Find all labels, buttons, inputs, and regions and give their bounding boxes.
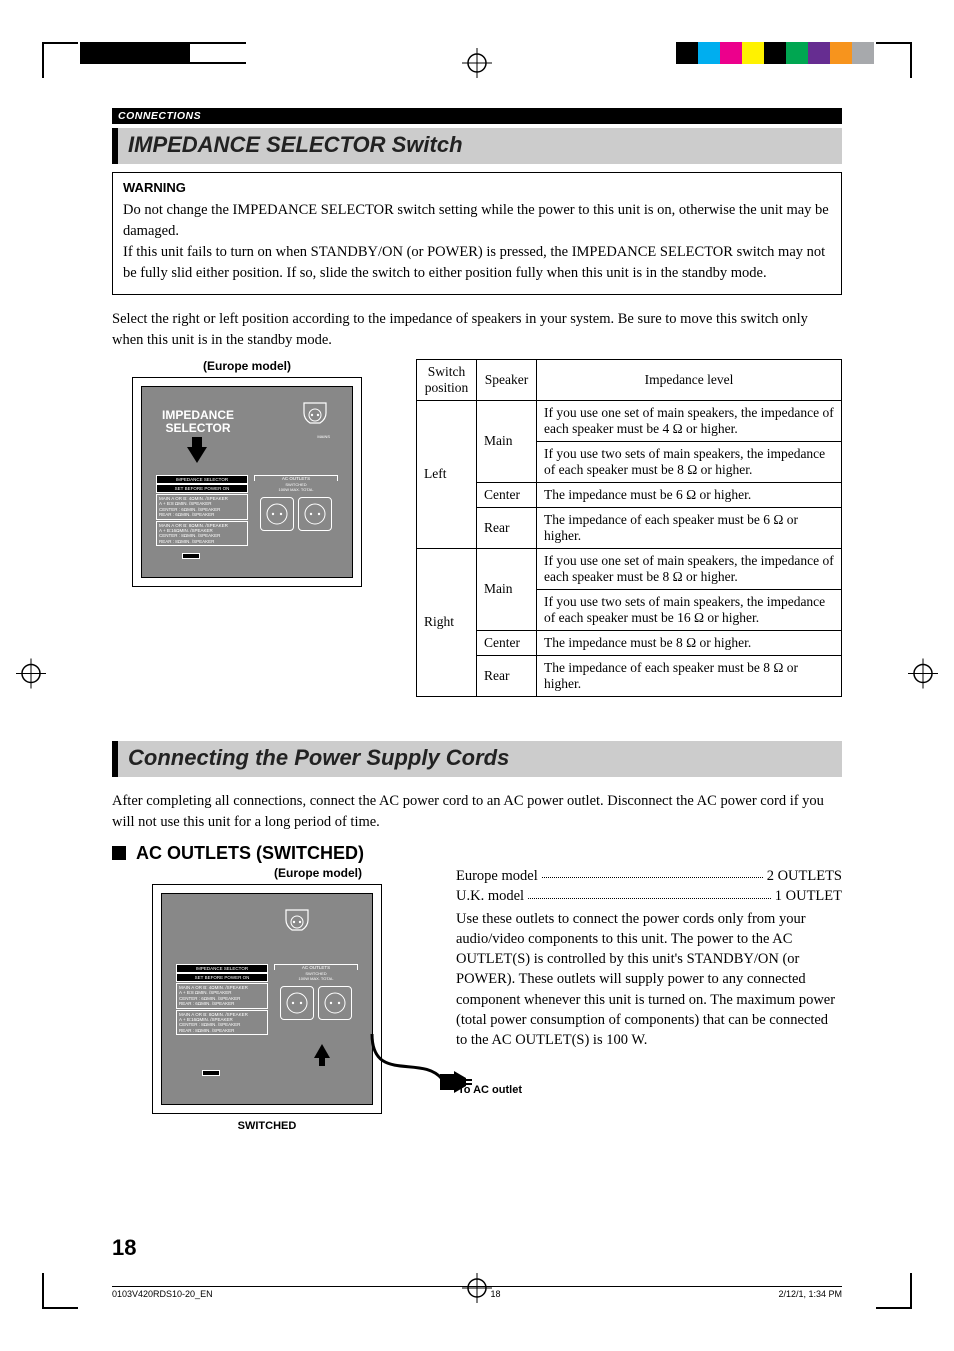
ac-outlets-figure-block: AC OUTLETS SWITCHED 100W MAX. TOTAL <box>254 475 338 532</box>
footer: 0103V420RDS10-20_EN 18 2/12/1, 1:34 PM <box>112 1286 842 1299</box>
th-impedance-level: Impedance level <box>537 359 842 400</box>
to-ac-outlet-label: To AC outlet <box>432 1084 522 1096</box>
section-title-impedance: IMPEDANCE SELECTOR Switch <box>112 128 842 164</box>
th-switch-position: Switch position <box>417 359 477 400</box>
cell-speaker: Center <box>477 482 537 507</box>
outlets-count-right: 1 OUTLET <box>775 886 842 906</box>
warning-paragraph-2: If this unit fails to turn on when STAND… <box>123 242 831 284</box>
crop-mark <box>876 1273 912 1309</box>
outlet-icon <box>318 986 352 1020</box>
warning-paragraph-1: Do not change the IMPEDANCE SELECTOR swi… <box>123 200 831 242</box>
selector-switch-slider-icon <box>182 553 200 559</box>
impedance-selector-chart: IMPEDANCE SELECTOR SET BEFORE POWER ON M… <box>176 964 268 1035</box>
figure-caption: (Europe model) <box>112 359 382 373</box>
outlets-count-uk: U.K. model 1 OUTLET <box>456 886 842 906</box>
cell-speaker: Main <box>477 400 537 482</box>
outlets-body-paragraph: Use these outlets to connect the power c… <box>456 909 842 1051</box>
cell-level: The impedance must be 6 Ω or higher. <box>537 482 842 507</box>
sub-heading-ac-outlets: AC OUTLETS (SWITCHED) <box>112 843 842 864</box>
impedance-table: Switch position Speaker Impedance level … <box>416 359 842 697</box>
footer-center: 18 <box>491 1289 501 1299</box>
outlets-count-left: Europe model <box>456 866 538 886</box>
rear-panel-figure: IMPEDANCESELECTOR MAINS IMPEDANCE SELECT… <box>132 377 362 587</box>
running-header: CONNECTIONS <box>112 108 842 124</box>
impedance-selector-label: IMPEDANCESELECTOR <box>162 409 234 435</box>
outlets-count-europe: Europe model 2 OUTLETS <box>456 866 842 886</box>
impedance-selector-chart: IMPEDANCE SELECTOR SET BEFORE POWER ON M… <box>156 475 248 546</box>
registration-target-icon <box>16 658 46 693</box>
cell-speaker: Center <box>477 630 537 655</box>
outlets-count-right: 2 OUTLETS <box>767 866 842 886</box>
power-inlet-icon <box>282 908 312 938</box>
cell-speaker: Main <box>477 548 537 630</box>
cell-level: The impedance of each speaker must be 6 … <box>537 507 842 548</box>
selector-switch-slider-icon <box>202 1070 220 1076</box>
cell-level: If you use two sets of main speakers, th… <box>537 589 842 630</box>
registration-target-icon <box>908 658 938 693</box>
section-title-power: Connecting the Power Supply Cords <box>112 741 842 777</box>
outlet-icon <box>298 497 332 531</box>
power-cord-icon <box>342 1024 472 1114</box>
cell-level: If you use two sets of main speakers, th… <box>537 441 842 482</box>
cell-level: The impedance must be 8 Ω or higher. <box>537 630 842 655</box>
cell-level: If you use one set of main speakers, the… <box>537 400 842 441</box>
registration-target-icon <box>462 48 492 78</box>
page-number: 18 <box>112 1235 136 1261</box>
registration-bar-right <box>676 42 874 64</box>
cell-switch-left: Left <box>417 400 477 548</box>
outlets-count-left: U.K. model <box>456 886 524 906</box>
power-inlet-icon: MAINS <box>300 401 330 431</box>
mains-label: MAINS <box>300 434 330 439</box>
outlet-icon <box>260 497 294 531</box>
outlet-icon <box>280 986 314 1020</box>
square-bullet-icon <box>112 846 126 860</box>
cell-level: If you use one set of main speakers, the… <box>537 548 842 589</box>
footer-left: 0103V420RDS10-20_EN <box>112 1289 213 1299</box>
warning-box: WARNING Do not change the IMPEDANCE SELE… <box>112 172 842 295</box>
cell-speaker: Rear <box>477 655 537 696</box>
warning-heading: WARNING <box>123 179 831 198</box>
figure-caption-2: (Europe model) <box>112 866 422 880</box>
sub-heading-text: AC OUTLETS (SWITCHED) <box>136 843 364 864</box>
crop-mark <box>42 1273 78 1309</box>
ac-outlets-figure-block: AC OUTLETS SWITCHED 100W MAX. TOTAL <box>274 964 358 1021</box>
power-intro-paragraph: After completing all connections, connec… <box>112 791 842 833</box>
switched-label: SWITCHED <box>112 1120 422 1132</box>
cell-level: The impedance of each speaker must be 8 … <box>537 655 842 696</box>
footer-right: 2/12/1, 1:34 PM <box>778 1289 842 1299</box>
registration-bar-left <box>80 42 246 64</box>
arrow-down-icon <box>187 447 207 463</box>
crop-mark <box>876 42 912 78</box>
crop-mark <box>42 42 78 78</box>
cell-speaker: Rear <box>477 507 537 548</box>
intro-paragraph: Select the right or left position accord… <box>112 309 842 351</box>
th-speaker: Speaker <box>477 359 537 400</box>
cell-switch-right: Right <box>417 548 477 696</box>
